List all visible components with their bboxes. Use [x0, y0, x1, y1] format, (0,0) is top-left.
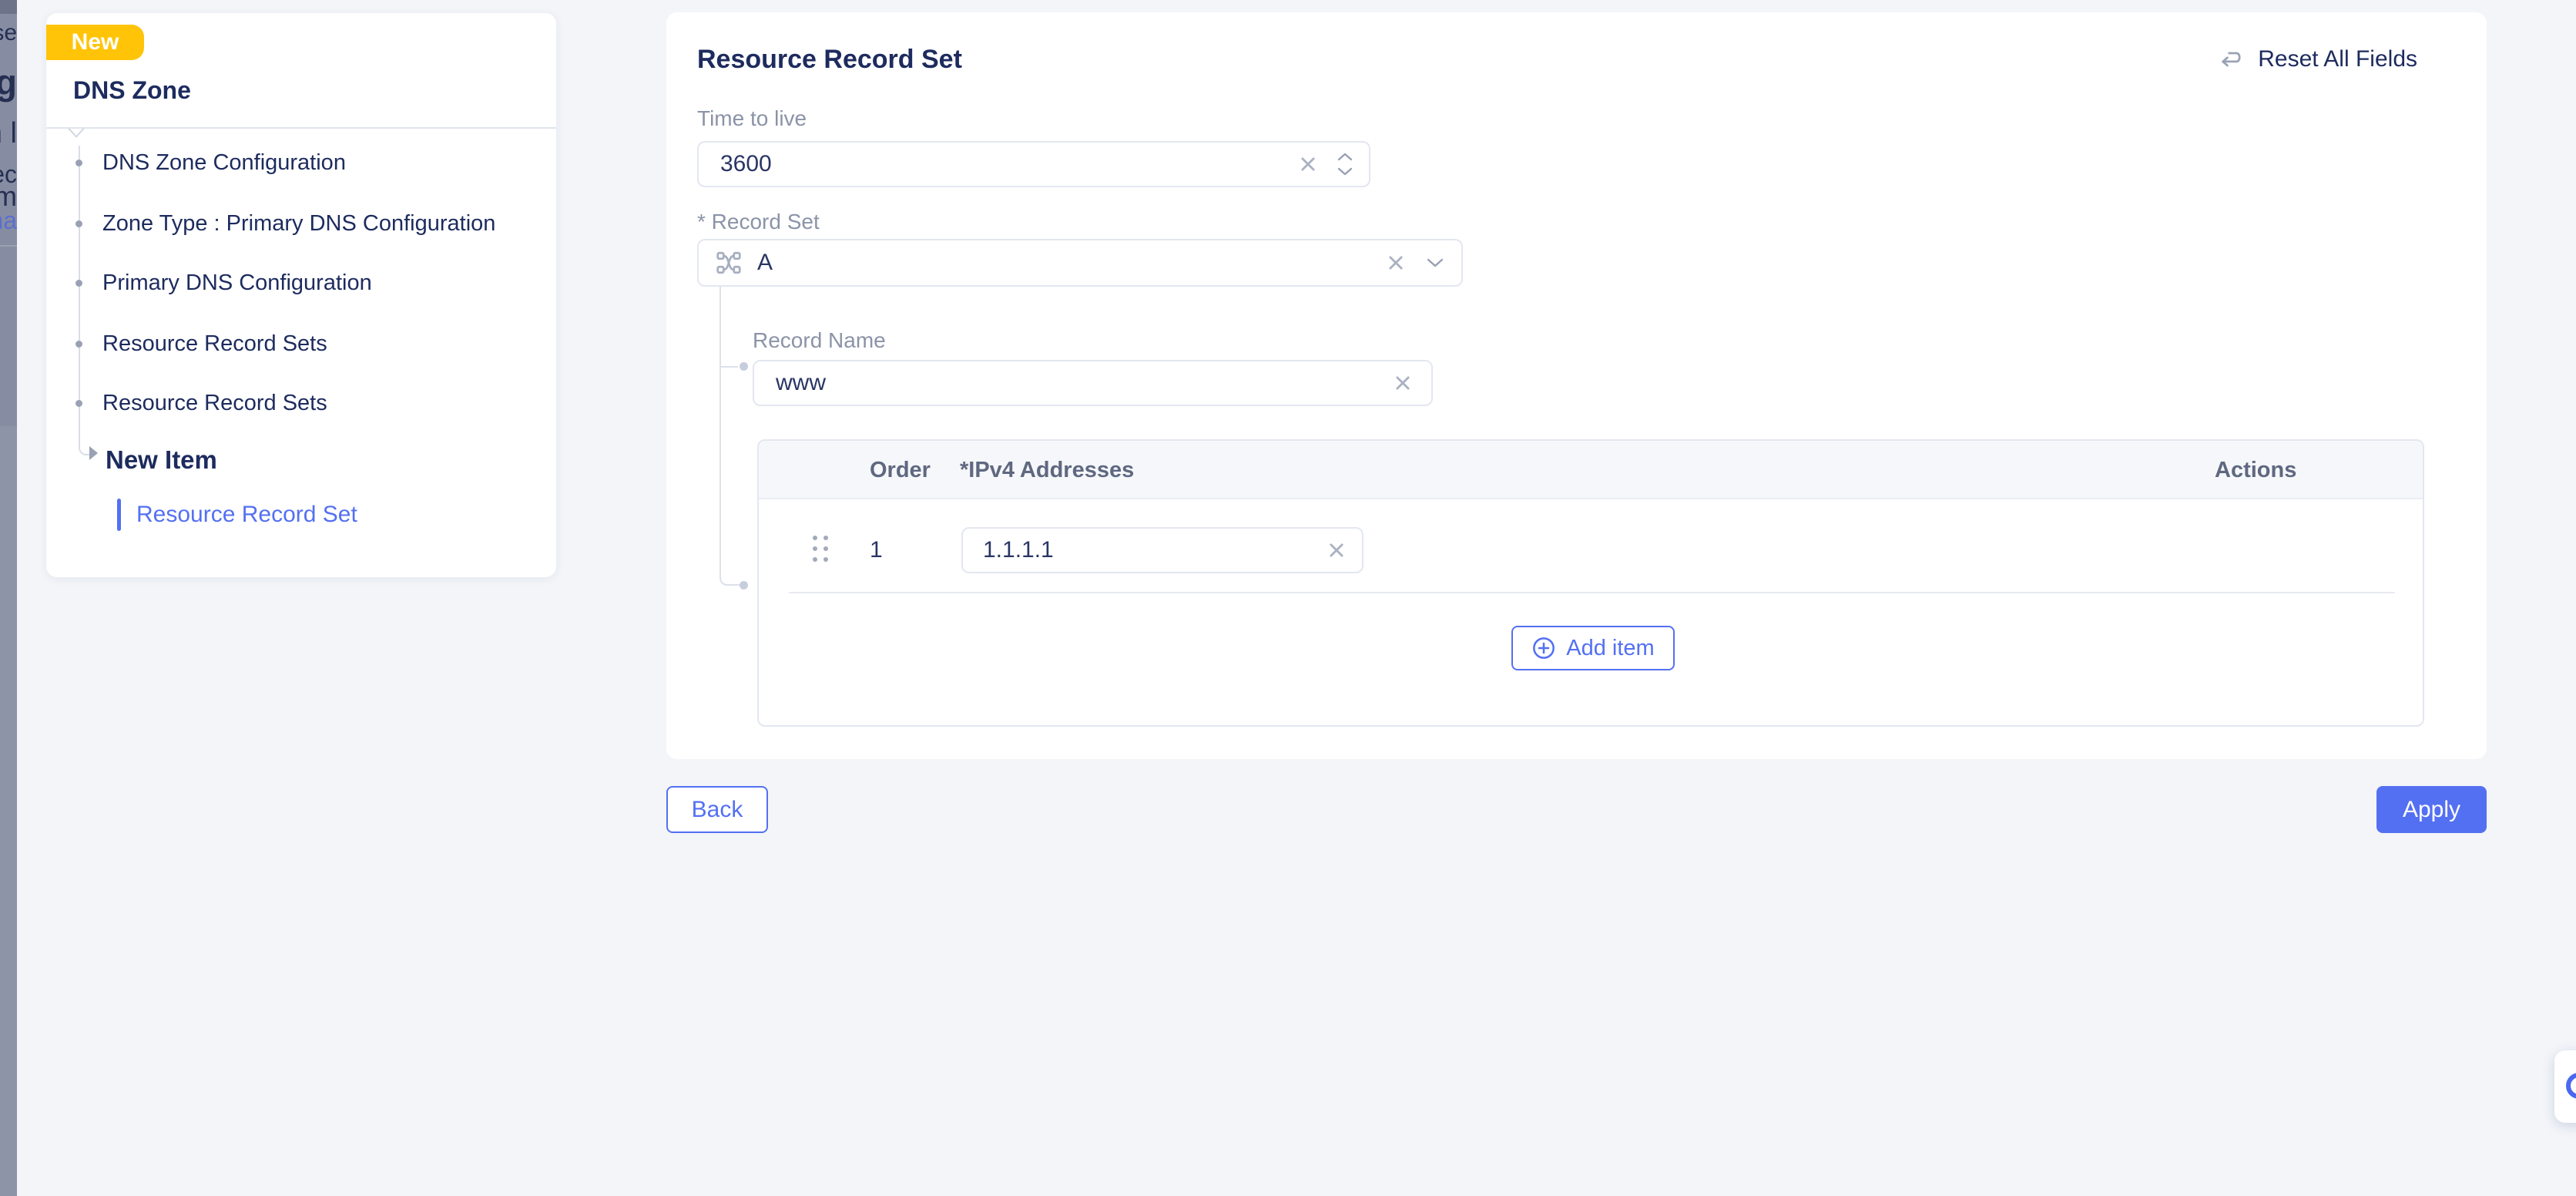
- connector-dot-icon: [740, 581, 748, 590]
- form-tree-connector: [719, 287, 741, 586]
- record-set-select[interactable]: A: [697, 239, 1463, 287]
- step-bullet-icon: [75, 280, 82, 287]
- number-stepper[interactable]: [1337, 152, 1353, 176]
- ipv4-input[interactable]: [963, 529, 1327, 572]
- undo-icon: [2219, 47, 2246, 72]
- shuffle-icon: [714, 249, 743, 277]
- actions-column-header: Actions: [2215, 441, 2296, 499]
- resource-record-set-form-panel: Resource Record Set Reset All Fields Tim…: [666, 12, 2487, 759]
- connector-dot-icon: [740, 362, 748, 371]
- clear-icon[interactable]: [1298, 154, 1318, 174]
- ipv4-column-header: *IPv4 Addresses: [960, 441, 1134, 499]
- drag-handle-icon[interactable]: [813, 536, 830, 565]
- clear-icon[interactable]: [1393, 373, 1413, 393]
- backdrop-divider: [0, 245, 17, 247]
- ipv4-addresses-table: Order *IPv4 Addresses Actions 1: [757, 439, 2424, 727]
- apply-button[interactable]: Apply: [2376, 786, 2487, 833]
- record-name-input[interactable]: [754, 361, 1393, 405]
- backdrop-link-fragment: na: [0, 207, 17, 235]
- reset-all-fields-label: Reset All Fields: [2258, 46, 2417, 72]
- nav-item-dns-zone-configuration[interactable]: DNS Zone Configuration: [102, 147, 346, 178]
- form-title: Resource Record Set: [697, 45, 962, 75]
- step-bullet-icon: [75, 400, 82, 407]
- step-bullet-icon: [75, 341, 82, 348]
- nav-item-zone-type[interactable]: Zone Type : Primary DNS Configuration: [102, 208, 495, 239]
- help-ring-icon: [2566, 1073, 2576, 1099]
- ttl-field: [697, 141, 1370, 187]
- backdrop-text-fragment: se: [0, 20, 17, 46]
- clear-icon[interactable]: [1386, 253, 1406, 273]
- active-indicator-bar: [117, 499, 121, 531]
- add-item-button[interactable]: Add item: [1511, 626, 1675, 670]
- chevron-down-icon: [1337, 166, 1353, 176]
- nav-item-resource-record-sets-1[interactable]: Resource Record Sets: [102, 328, 327, 359]
- record-set-label: * Record Set: [697, 210, 820, 234]
- nav-divider: [46, 127, 556, 129]
- ipv4-field: [961, 527, 1363, 573]
- nav-item-resource-record-set-active[interactable]: Resource Record Set: [136, 499, 357, 531]
- record-name-field: [753, 360, 1433, 406]
- row-divider: [789, 592, 2395, 593]
- tree-arrow-icon: [89, 446, 98, 460]
- record-name-label: Record Name: [753, 328, 886, 353]
- help-corner-button[interactable]: [2554, 1050, 2576, 1123]
- clear-icon[interactable]: [1327, 540, 1347, 560]
- dns-zone-title: DNS Zone: [73, 76, 191, 105]
- chevron-up-icon: [1337, 152, 1353, 162]
- new-badge: New: [46, 25, 144, 60]
- form-tree-branch: [721, 366, 738, 368]
- add-item-label: Add item: [1566, 636, 1654, 661]
- order-column-header: Order: [870, 441, 931, 499]
- table-header-row: Order *IPv4 Addresses Actions: [759, 441, 2423, 499]
- ttl-input[interactable]: [699, 143, 1298, 186]
- nav-item-primary-dns-configuration[interactable]: Primary DNS Configuration: [102, 267, 372, 298]
- backdrop-text-fragment: ag: [0, 62, 17, 103]
- plus-circle-icon: [1531, 636, 1556, 660]
- backdrop-text-fragment: n l: [0, 117, 17, 150]
- step-bullet-icon: [75, 160, 82, 166]
- new-item-group-label[interactable]: New Item: [106, 442, 217, 479]
- record-set-value: A: [757, 250, 1386, 276]
- back-button[interactable]: Back: [666, 786, 768, 833]
- tree-connector-line: [79, 146, 89, 455]
- ttl-label: Time to live: [697, 106, 807, 131]
- backdrop-header-block: [0, 0, 17, 14]
- backdrop-lower-block: [0, 426, 17, 1196]
- order-value: 1: [870, 535, 883, 566]
- reset-all-fields-button[interactable]: Reset All Fields: [2219, 46, 2417, 72]
- chevron-down-icon[interactable]: [1426, 257, 1444, 268]
- backdrop-page-strip: se ag n l ec m na: [0, 0, 17, 1196]
- nav-item-resource-record-sets-2[interactable]: Resource Record Sets: [102, 388, 327, 418]
- dns-zone-nav-panel: New DNS Zone DNS Zone Configuration Zone…: [46, 13, 556, 577]
- step-bullet-icon: [75, 220, 82, 227]
